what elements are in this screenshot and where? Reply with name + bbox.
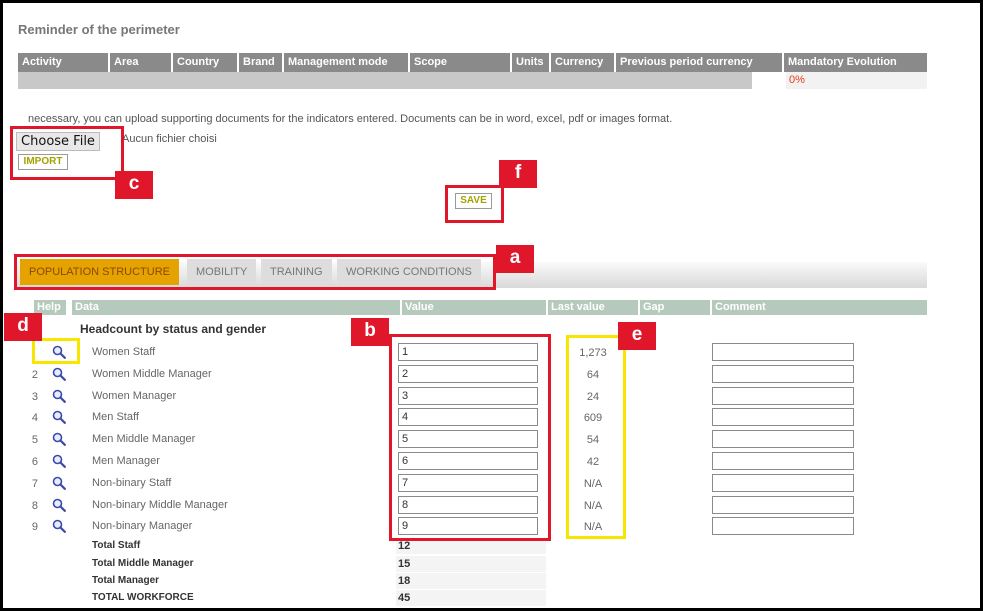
perimeter-col-area: Area — [110, 53, 173, 72]
row-label: Men Middle Manager — [92, 433, 196, 445]
perimeter-col-mandatory-evolution: Mandatory Evolution — [788, 56, 897, 68]
total-label: Total Staff — [92, 540, 141, 551]
total-cell — [396, 556, 546, 572]
no-file-chosen-text: Aucun fichier choisi — [122, 133, 217, 145]
row-label: Men Manager — [92, 455, 160, 467]
row-label: Women Middle Manager — [92, 368, 212, 380]
magnifier-icon[interactable] — [52, 389, 66, 403]
marker-a: a — [496, 245, 534, 273]
perimeter-title: Reminder of the perimeter — [18, 22, 180, 37]
header-last-value: Last value — [548, 300, 638, 315]
comment-input[interactable] — [712, 496, 854, 514]
total-cell — [396, 573, 546, 589]
marker-c: c — [115, 171, 153, 199]
row-number: 7 — [31, 478, 38, 490]
perimeter-data-row: 0% — [18, 72, 927, 89]
perimeter-col-units: Units — [512, 53, 551, 72]
row-label: Non-binary Manager — [92, 520, 193, 532]
perimeter-col-previous-period-currency: Previous period currency — [616, 53, 784, 72]
comment-input[interactable] — [712, 474, 854, 492]
comment-input[interactable] — [712, 343, 854, 361]
comment-input[interactable] — [712, 408, 854, 426]
row-label: Non-binary Middle Manager — [92, 499, 228, 511]
total-label: Total Manager — [92, 575, 160, 586]
total-label: Total Middle Manager — [92, 558, 194, 569]
row-number: 8 — [31, 500, 38, 512]
comment-input[interactable] — [712, 430, 854, 448]
perimeter-col-activity: Activity — [18, 53, 110, 72]
annotation-box-a — [14, 254, 496, 290]
row-number: 4 — [31, 412, 38, 424]
comment-input[interactable] — [712, 365, 854, 383]
magnifier-icon-svg — [52, 476, 66, 490]
magnifier-icon-svg — [52, 454, 66, 468]
header-gap: Gap — [640, 300, 710, 315]
total-value: 18 — [398, 575, 411, 587]
row-number: 3 — [31, 391, 38, 403]
magnifier-icon-svg — [52, 432, 66, 446]
marker-d: d — [4, 313, 42, 341]
annotation-box-b — [389, 334, 551, 541]
row-label: Women Staff — [92, 346, 156, 358]
perimeter-col-country: Country — [173, 53, 239, 72]
row-number: 2 — [31, 369, 38, 381]
marker-f: f — [499, 160, 537, 188]
annotation-box-d — [32, 338, 80, 364]
perimeter-table: Activity Area Country Brand Management m… — [18, 53, 927, 89]
perimeter-data-cells — [18, 72, 752, 89]
row-label: Men Staff — [92, 411, 139, 423]
mandatory-evolution-value: 0% — [786, 72, 927, 89]
comment-input[interactable] — [712, 387, 854, 405]
magnifier-icon[interactable] — [52, 476, 66, 490]
annotation-box-f — [445, 185, 504, 223]
magnifier-icon[interactable] — [52, 367, 66, 381]
header-value: Value — [402, 300, 546, 315]
total-cell — [396, 590, 546, 606]
upload-instructions: necessary, you can upload supporting doc… — [28, 113, 673, 125]
row-label: Women Manager — [92, 390, 177, 402]
total-value: 15 — [398, 558, 411, 570]
magnifier-icon-svg — [52, 498, 66, 512]
perimeter-col-management-mode: Management mode — [284, 53, 410, 72]
magnifier-icon[interactable] — [52, 519, 66, 533]
magnifier-icon-svg — [52, 410, 66, 424]
row-number: 5 — [31, 434, 38, 446]
perimeter-col-brand: Brand — [239, 53, 284, 72]
annotation-box-e — [566, 335, 626, 539]
section-title: Headcount by status and gender — [80, 322, 267, 336]
header-data: Data — [72, 300, 400, 315]
row-number: 9 — [31, 521, 38, 533]
magnifier-icon-svg — [52, 367, 66, 381]
magnifier-icon[interactable] — [52, 432, 66, 446]
row-number: 6 — [31, 456, 38, 468]
total-label: TOTAL WORKFORCE — [92, 592, 194, 603]
comment-input[interactable] — [712, 517, 854, 535]
perimeter-col-scope: Scope — [410, 53, 512, 72]
perimeter-gap — [752, 72, 786, 89]
perimeter-header-row: Activity Area Country Brand Management m… — [18, 53, 927, 72]
indicator-grid-header: Help Data Value Last value Gap Comment — [34, 300, 927, 315]
magnifier-icon-svg — [52, 389, 66, 403]
comment-input[interactable] — [712, 452, 854, 470]
total-value: 12 — [398, 540, 411, 552]
header-comment: Comment — [712, 300, 927, 315]
total-value: 45 — [398, 592, 411, 604]
magnifier-icon[interactable] — [52, 410, 66, 424]
perimeter-col-currency: Currency — [551, 53, 616, 72]
marker-e: e — [618, 322, 656, 350]
annotation-box-c — [10, 126, 124, 180]
magnifier-icon-svg — [52, 519, 66, 533]
row-label: Non-binary Staff — [92, 477, 172, 489]
magnifier-icon[interactable] — [52, 454, 66, 468]
magnifier-icon[interactable] — [52, 498, 66, 512]
marker-b: b — [351, 318, 389, 346]
